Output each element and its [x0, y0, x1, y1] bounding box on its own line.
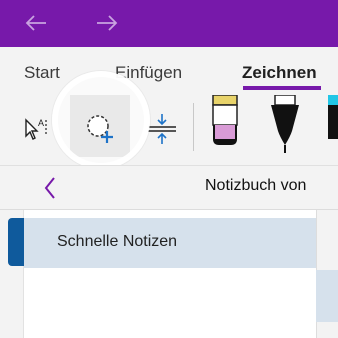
arrow-left-icon: [25, 15, 46, 31]
highlighter-pen-button[interactable]: [210, 94, 240, 162]
page-item[interactable]: [316, 270, 338, 322]
tab-start[interactable]: Start: [24, 63, 60, 83]
lasso-select-icon: A: [25, 118, 47, 140]
active-tab-indicator: [243, 86, 321, 90]
toolbar-separator: [193, 103, 194, 151]
section-color-tab: [8, 218, 24, 266]
highlighter-pen-icon: [212, 94, 238, 145]
notebook-title[interactable]: Notizbuch von: [205, 177, 306, 195]
cyan-pen-icon: [328, 95, 338, 139]
cyan-pen-button[interactable]: [328, 95, 338, 162]
draw-toolbar: A: [0, 94, 338, 165]
black-pen-icon: [271, 94, 299, 153]
svg-text:A: A: [38, 118, 44, 128]
insert-space-icon: [148, 114, 176, 144]
section-item-schnelle-notizen[interactable]: Schnelle Notizen: [24, 218, 316, 268]
title-bar: [0, 0, 338, 47]
tab-draw[interactable]: Zeichnen: [242, 63, 317, 83]
add-space-select-icon: [87, 115, 113, 143]
section-label: Schnelle Notizen: [57, 233, 178, 250]
forward-button[interactable]: [92, 10, 122, 36]
chevron-left-icon[interactable]: [40, 175, 62, 201]
lasso-select-button[interactable]: A: [16, 109, 56, 149]
black-pen-button[interactable]: [268, 94, 302, 162]
back-button[interactable]: [21, 10, 51, 36]
notebook-header: Notizbuch von: [0, 166, 338, 210]
arrow-right-icon: [97, 15, 118, 31]
